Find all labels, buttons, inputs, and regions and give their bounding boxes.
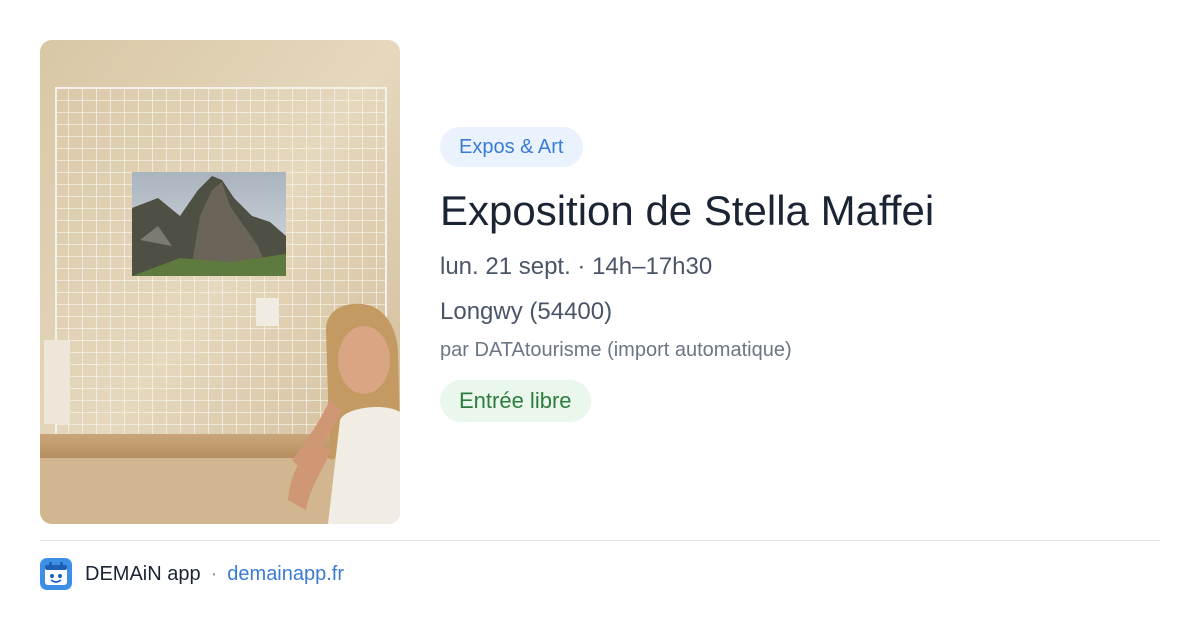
price-badge: Entrée libre: [440, 380, 591, 422]
event-source: par DATAtourisme (import automatique): [440, 339, 792, 361]
event-info: Expos & Art Exposition de Stella Maffei …: [440, 127, 1160, 422]
demain-app-logo-icon: [40, 558, 72, 590]
footer: DEMAiN app · demainapp.fr: [40, 558, 344, 590]
event-location: Longwy (54400): [440, 298, 613, 325]
event-share-card: Expos & Art Exposition de Stella Maffei …: [0, 0, 1200, 630]
footer-separator: ·: [210, 562, 218, 585]
event-datetime: lun. 21 sept. · 14h–17h30: [440, 253, 713, 280]
category-badge[interactable]: Expos & Art: [440, 127, 583, 167]
mountain-photo: [132, 172, 286, 276]
event-photo: [40, 40, 400, 524]
event-title: Exposition de Stella Maffei: [440, 187, 935, 234]
app-website-link[interactable]: demainapp.fr: [227, 563, 344, 586]
app-name: DEMAiN app: [85, 562, 201, 585]
footer-divider: [40, 540, 1160, 541]
